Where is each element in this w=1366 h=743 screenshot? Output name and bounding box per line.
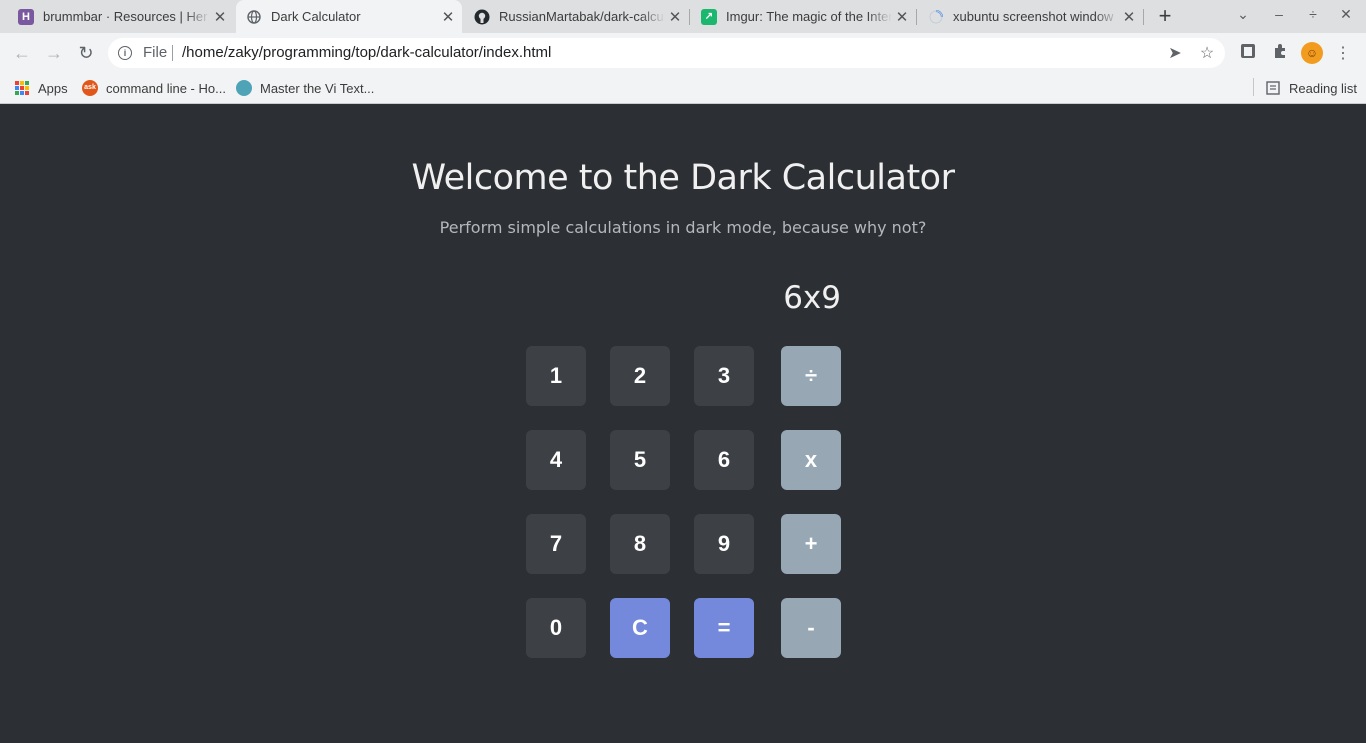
tab-dark-calculator[interactable]: Dark Calculator ✕: [236, 0, 462, 33]
tab-xubuntu[interactable]: xubuntu screenshot window ✕: [918, 0, 1143, 33]
maximize-button[interactable]: ÷: [1303, 6, 1323, 22]
browser-toolbar: ← → ↻ i File /home/zaky/programming/top/…: [0, 33, 1366, 72]
tab-heroku[interactable]: H brummbar · Resources | Her ✕: [8, 0, 234, 33]
tab-title: xubuntu screenshot window: [953, 9, 1114, 24]
tab-separator: [1143, 9, 1144, 25]
tab-github[interactable]: RussianMartabak/dark-calcul ✕: [464, 0, 689, 33]
key-subtract-button[interactable]: -: [781, 598, 841, 658]
key-multiply-button[interactable]: x: [781, 430, 841, 490]
ask-ubuntu-icon: ask: [82, 80, 98, 96]
key-2-button[interactable]: 2: [610, 346, 670, 406]
close-icon[interactable]: ✕: [665, 8, 685, 26]
address-bar[interactable]: i File /home/zaky/programming/top/dark-c…: [108, 38, 1225, 68]
close-icon[interactable]: ✕: [1119, 8, 1139, 26]
extension-page-icon[interactable]: [1238, 43, 1258, 63]
bookmark-label: command line - Ho...: [106, 80, 226, 96]
key-5-button[interactable]: 5: [610, 430, 670, 490]
close-icon[interactable]: ✕: [438, 8, 458, 26]
key-0-button[interactable]: 0: [526, 598, 586, 658]
tab-title: Imgur: The magic of the Inter: [726, 9, 892, 24]
page-subtitle: Perform simple calculations in dark mode…: [439, 218, 927, 237]
globe-icon: [246, 9, 262, 25]
minimize-button[interactable]: –: [1269, 6, 1289, 22]
tab-title: RussianMartabak/dark-calcul: [499, 9, 665, 24]
tab-separator: [916, 9, 917, 25]
back-button[interactable]: ←: [11, 42, 33, 64]
url-text[interactable]: /home/zaky/programming/top/dark-calculat…: [182, 44, 551, 61]
calculator-display: 6x9: [783, 280, 841, 316]
page-title: Welcome to the Dark Calculator: [411, 158, 955, 198]
key-7-button[interactable]: 7: [526, 514, 586, 574]
key-equals-button[interactable]: =: [694, 598, 754, 658]
tab-strip: H brummbar · Resources | Her ✕ Dark Calc…: [0, 0, 1366, 33]
close-icon[interactable]: ✕: [210, 8, 230, 26]
key-4-button[interactable]: 4: [526, 430, 586, 490]
tab-search-button[interactable]: ⌄: [1233, 6, 1253, 23]
close-window-button[interactable]: ✕: [1336, 6, 1356, 23]
key-8-button[interactable]: 8: [610, 514, 670, 574]
vi-icon: [236, 80, 252, 96]
info-icon[interactable]: i: [118, 46, 132, 60]
key-3-button[interactable]: 3: [694, 346, 754, 406]
bookmark-label: Master the Vi Text...: [260, 80, 375, 96]
key-clear-button[interactable]: C: [610, 598, 670, 658]
bookmarks-separator: [1253, 78, 1254, 96]
puzzle-extensions-icon[interactable]: [1270, 43, 1290, 63]
tab-separator: [689, 9, 690, 25]
tab-title: Dark Calculator: [271, 9, 361, 24]
reading-list-label: Reading list: [1289, 80, 1357, 96]
key-1-button[interactable]: 1: [526, 346, 586, 406]
bookmark-label: Apps: [38, 80, 68, 96]
tab-title: brummbar · Resources | Her: [43, 9, 208, 24]
key-add-button[interactable]: +: [781, 514, 841, 574]
key-9-button[interactable]: 9: [694, 514, 754, 574]
menu-kebab-icon[interactable]: ⋮: [1333, 43, 1353, 63]
tab-imgur[interactable]: ↗ Imgur: The magic of the Inter ✕: [691, 0, 916, 33]
url-scheme-chip: File: [143, 44, 168, 61]
key-divide-button[interactable]: ÷: [781, 346, 841, 406]
send-icon[interactable]: ➤: [1165, 43, 1185, 63]
loading-spinner-icon: [928, 9, 944, 25]
github-icon: [474, 9, 490, 25]
profile-avatar[interactable]: ☺: [1301, 42, 1323, 64]
bookmark-apps[interactable]: Apps: [14, 78, 68, 98]
omnibox-divider: [172, 45, 173, 61]
reading-list-icon: [1265, 80, 1281, 96]
bookmarks-bar: Apps ask command line - Ho... Master the…: [0, 72, 1366, 104]
key-6-button[interactable]: 6: [694, 430, 754, 490]
forward-button[interactable]: →: [43, 42, 65, 64]
new-tab-button[interactable]: +: [1153, 4, 1177, 28]
bookmark-command-line[interactable]: ask command line - Ho...: [82, 78, 226, 98]
reload-button[interactable]: ↻: [75, 42, 97, 64]
heroku-icon: H: [18, 8, 34, 25]
close-icon[interactable]: ✕: [892, 8, 912, 26]
apps-grid-icon: [14, 80, 30, 96]
page-content: Welcome to the Dark Calculator Perform s…: [0, 104, 1366, 743]
imgur-icon: ↗: [701, 8, 717, 25]
bookmark-star-icon[interactable]: ☆: [1197, 43, 1217, 63]
bookmark-vi-editor[interactable]: Master the Vi Text...: [236, 78, 374, 98]
reading-list-button[interactable]: Reading list: [1265, 78, 1357, 98]
